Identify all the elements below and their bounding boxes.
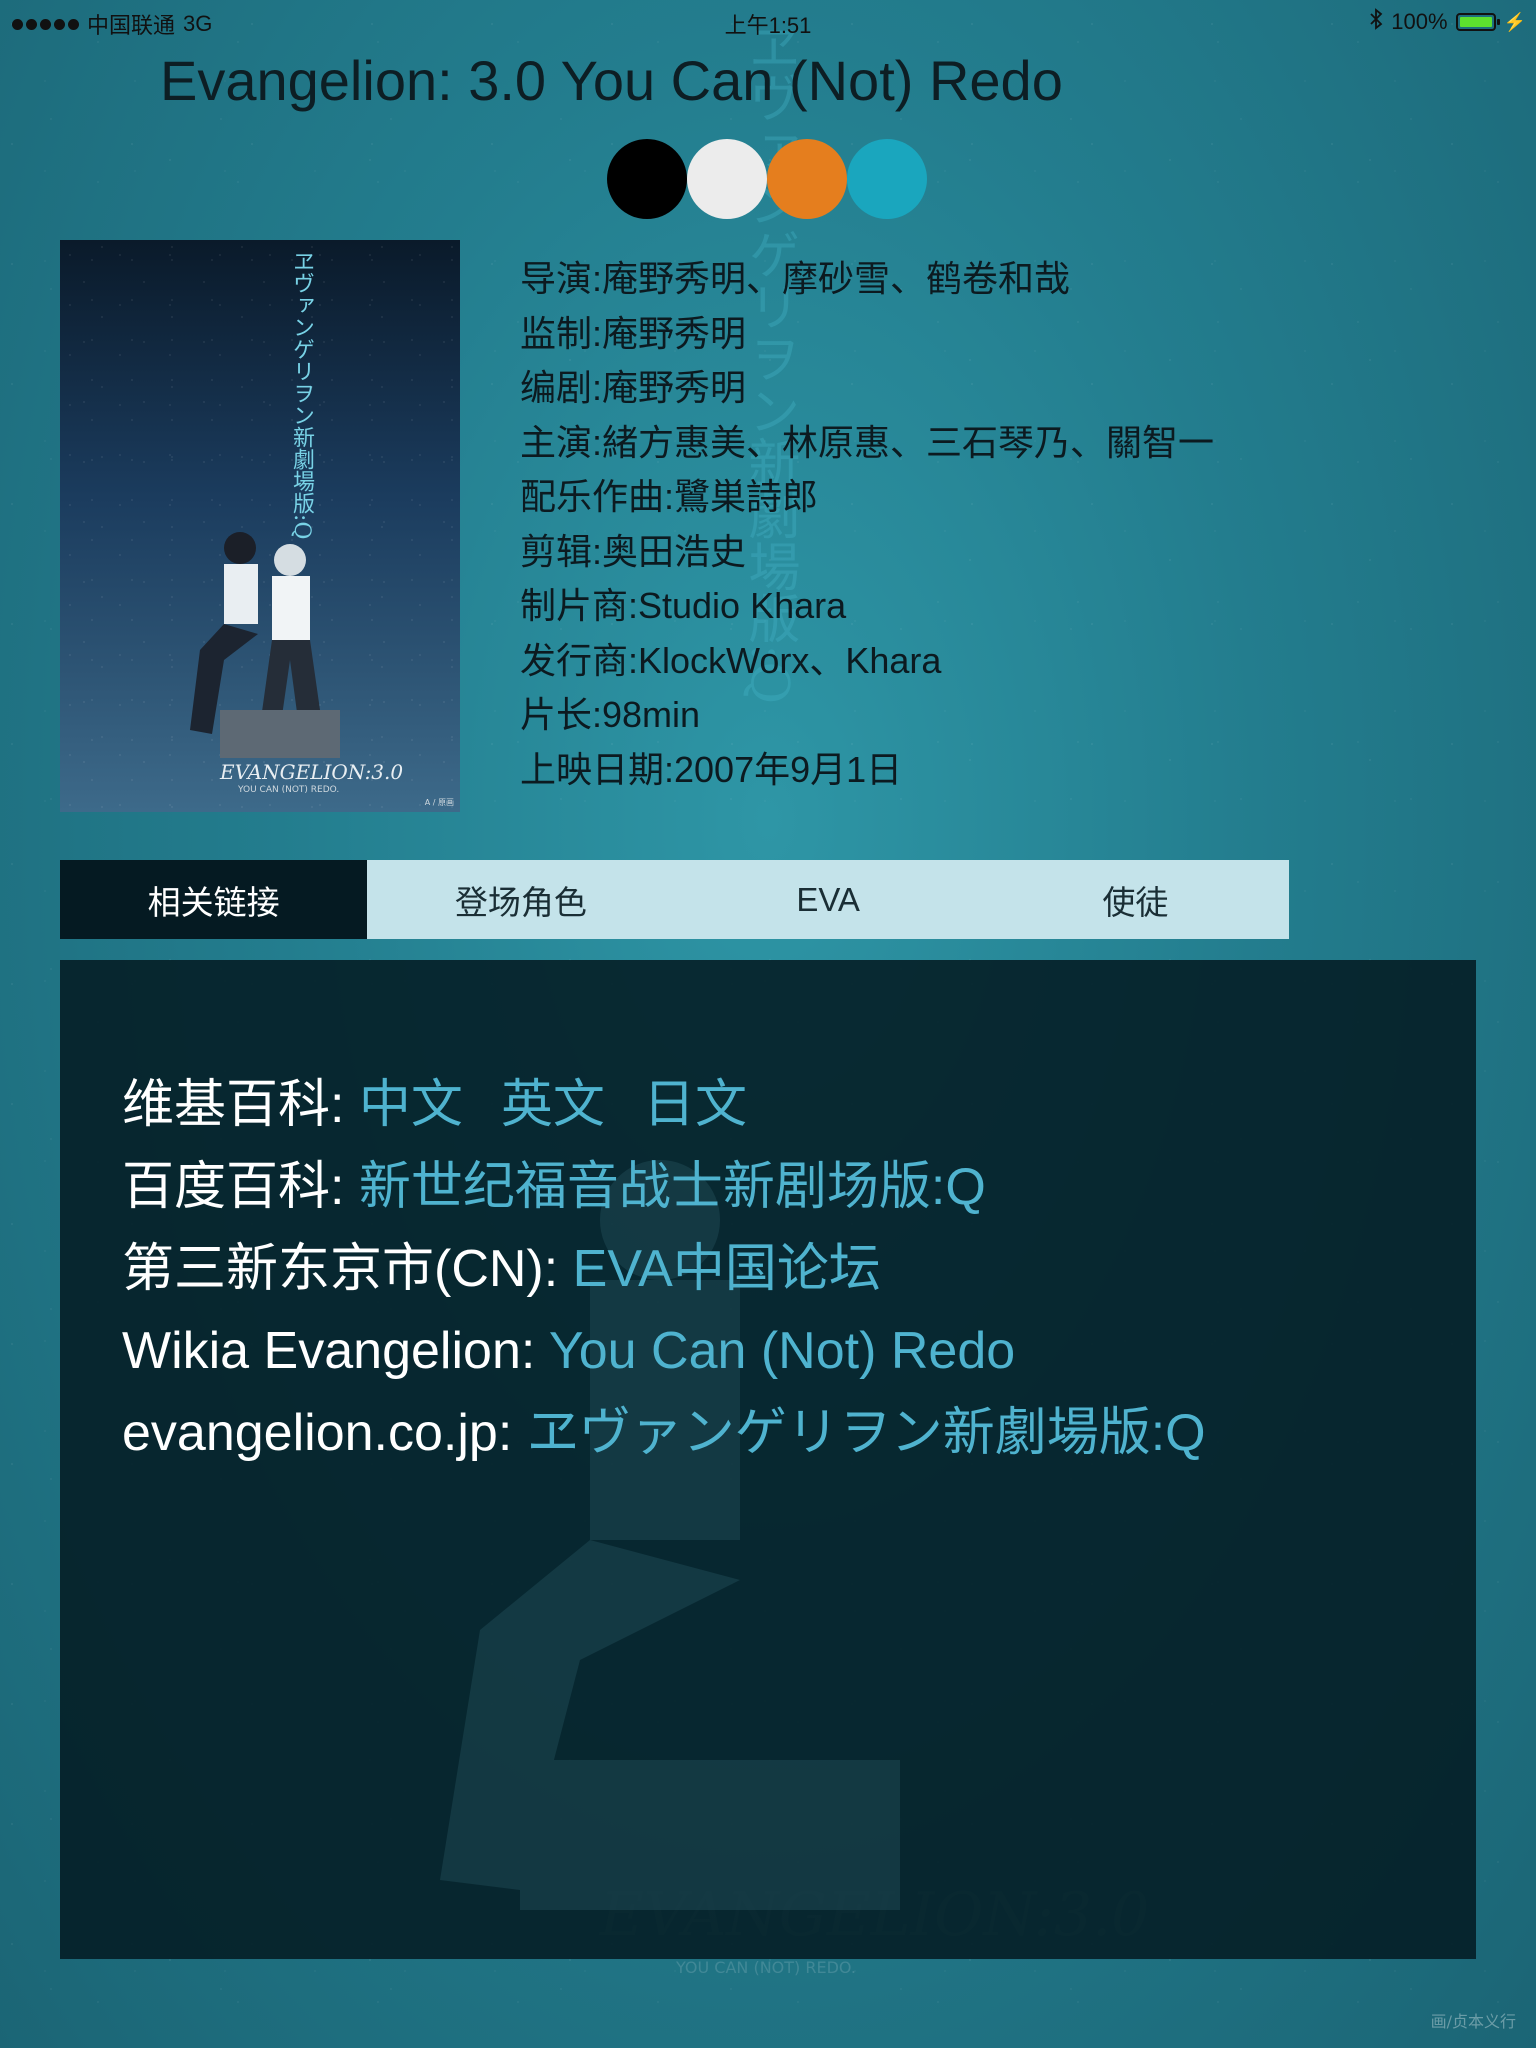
info-screenwriter: 编剧:庵野秀明 xyxy=(520,367,747,408)
tab-angels[interactable]: 使徒 xyxy=(982,860,1289,939)
poster-characters-illustration xyxy=(190,532,340,758)
related-links-panel: 维基百科: 中文 英文 日文 百度百科: 新世纪福音战士新剧场版:Q 第三新东京市(… xyxy=(60,960,1476,1959)
link-label-wikia: Wikia Evangelion: xyxy=(122,1322,549,1380)
link-baidu-baike[interactable]: 新世纪福音战士新剧场版:Q xyxy=(359,1158,986,1216)
link-label-baidu: 百度百科: xyxy=(122,1158,359,1216)
info-director: 导演:庵野秀明、摩砂雪、鹤卷和哉 xyxy=(520,258,1071,299)
background-credit: 画/贞本义行 xyxy=(1430,2012,1516,2031)
link-label-tokyo3-cn: 第三新东京市(CN): xyxy=(122,1240,573,1298)
info-supervisor: 监制:庵野秀明 xyxy=(520,312,747,354)
link-eva-china-forum[interactable]: EVA中国论坛 xyxy=(573,1240,881,1298)
tab-related-links[interactable]: 相关链接 xyxy=(60,860,368,939)
link-label-wikipedia: 维基百科: xyxy=(122,1076,359,1134)
link-label-official: evangelion.co.jp: xyxy=(122,1404,527,1462)
links-list: 维基百科: 中文 英文 日文 百度百科: 新世纪福音战士新剧场版:Q 第三新东京市(… xyxy=(122,1064,1206,1474)
poster-credit: A / 原画 xyxy=(424,798,454,807)
poster-logo: EVANGELION:3.0 xyxy=(220,760,404,784)
info-distributor: 发行商:KlockWorx、Khara xyxy=(520,639,942,681)
color-swatch-white xyxy=(687,139,767,219)
movie-title: Evangelion: 3.0 You Can (Not) Redo xyxy=(160,49,1063,112)
status-right: 100% ⚡ xyxy=(1369,8,1526,36)
poster-vertical-title: ヱヴァンゲリヲン新劇場版:Q xyxy=(289,250,314,540)
movie-info: 导演:庵野秀明、摩砂雪、鹤卷和哉 监制:庵野秀明 编剧:庵野秀明 主演:緒方惠美… xyxy=(520,252,1320,797)
movie-poster: ヱヴァンゲリヲン新劇場版:Q EVANGELION:3.0 YOU CAN (N… xyxy=(60,240,460,812)
link-row-tokyo3-cn: 第三新东京市(CN): EVA中国论坛 xyxy=(122,1228,1206,1310)
info-runtime: 片长:98min xyxy=(520,694,701,735)
charging-icon: ⚡ xyxy=(1503,11,1526,32)
link-row-official: evangelion.co.jp: ヱヴァンゲリヲン新劇場版:Q xyxy=(122,1392,1206,1474)
battery-icon xyxy=(1455,13,1500,31)
color-swatch-black xyxy=(607,139,687,219)
tab-eva[interactable]: EVA xyxy=(675,860,982,939)
battery-percentage: 100% xyxy=(1391,9,1448,34)
link-official-site[interactable]: ヱヴァンゲリヲン新劇場版:Q xyxy=(527,1404,1206,1462)
color-palette xyxy=(607,139,927,219)
link-row-wikipedia: 维基百科: 中文 英文 日文 xyxy=(122,1064,1206,1146)
link-wikipedia-english[interactable]: 英文 xyxy=(501,1076,605,1134)
tab-characters[interactable]: 登场角色 xyxy=(367,860,674,939)
link-wikipedia-japanese[interactable]: 日文 xyxy=(643,1076,747,1134)
info-cast: 主演:緒方惠美、林原惠、三石琴乃、關智一 xyxy=(520,421,1215,463)
segmented-tabs: 相关链接 登场角色 EVA 使徒 xyxy=(60,860,1289,939)
info-release-date: 上映日期:2007年9月1日 xyxy=(520,748,903,790)
link-row-wikia: Wikia Evangelion: You Can (Not) Redo xyxy=(122,1310,1206,1392)
status-time: 上午1:51 xyxy=(724,13,812,38)
status-bar: 中国联通 3G 上午1:51 100% ⚡ xyxy=(0,0,1536,40)
color-swatch-orange xyxy=(767,139,847,219)
info-producer: 制片商:Studio Khara xyxy=(520,585,847,626)
background-logo-subtitle: YOU CAN (NOT) REDO. xyxy=(676,1958,856,1977)
info-composer: 配乐作曲:鷺巣詩郎 xyxy=(520,476,819,517)
info-editor: 剪辑:奥田浩史 xyxy=(520,530,747,572)
link-wikipedia-chinese[interactable]: 中文 xyxy=(359,1076,463,1134)
link-row-baidu: 百度百科: 新世纪福音战士新剧场版:Q xyxy=(122,1146,1206,1228)
bluetooth-icon xyxy=(1369,8,1383,36)
link-wikia-evangelion[interactable]: You Can (Not) Redo xyxy=(549,1322,1015,1380)
poster-subtitle: YOU CAN (NOT) REDO. xyxy=(238,785,340,795)
color-swatch-teal xyxy=(847,139,927,219)
